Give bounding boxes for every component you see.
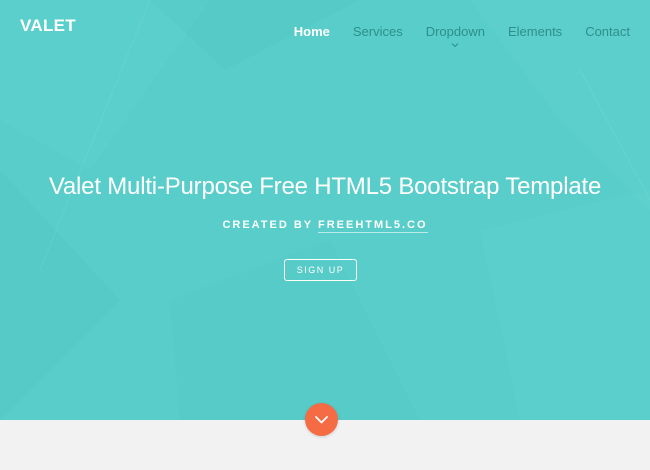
nav-item-home[interactable]: Home	[294, 24, 330, 39]
hero-section: VALET Home Services Dropdown Elements Co…	[0, 0, 650, 420]
nav-item-elements[interactable]: Elements	[508, 24, 562, 39]
hero-credit: CREATED BY FREEHTML5.CO	[0, 219, 650, 233]
credit-link[interactable]: FREEHTML5.CO	[318, 219, 428, 233]
hero-title: Valet Multi-Purpose Free HTML5 Bootstrap…	[48, 173, 602, 200]
chevron-down-icon	[315, 416, 328, 424]
credit-prefix: CREATED BY	[222, 219, 313, 231]
top-navbar: VALET Home Services Dropdown Elements Co…	[0, 0, 650, 60]
hero-background-pattern	[0, 0, 650, 420]
brand-logo[interactable]: VALET	[20, 16, 76, 36]
scroll-down-button[interactable]	[305, 403, 338, 436]
main-menu: Home Services Dropdown Elements Contact	[294, 24, 630, 48]
sign-up-button[interactable]: SIGN UP	[284, 259, 357, 281]
nav-item-dropdown[interactable]: Dropdown	[425, 24, 485, 48]
nav-item-dropdown-label: Dropdown	[425, 24, 485, 39]
chevron-down-icon	[451, 43, 459, 48]
nav-item-services[interactable]: Services	[353, 24, 403, 39]
page: VALET Home Services Dropdown Elements Co…	[0, 0, 650, 470]
nav-item-contact[interactable]: Contact	[585, 24, 630, 39]
